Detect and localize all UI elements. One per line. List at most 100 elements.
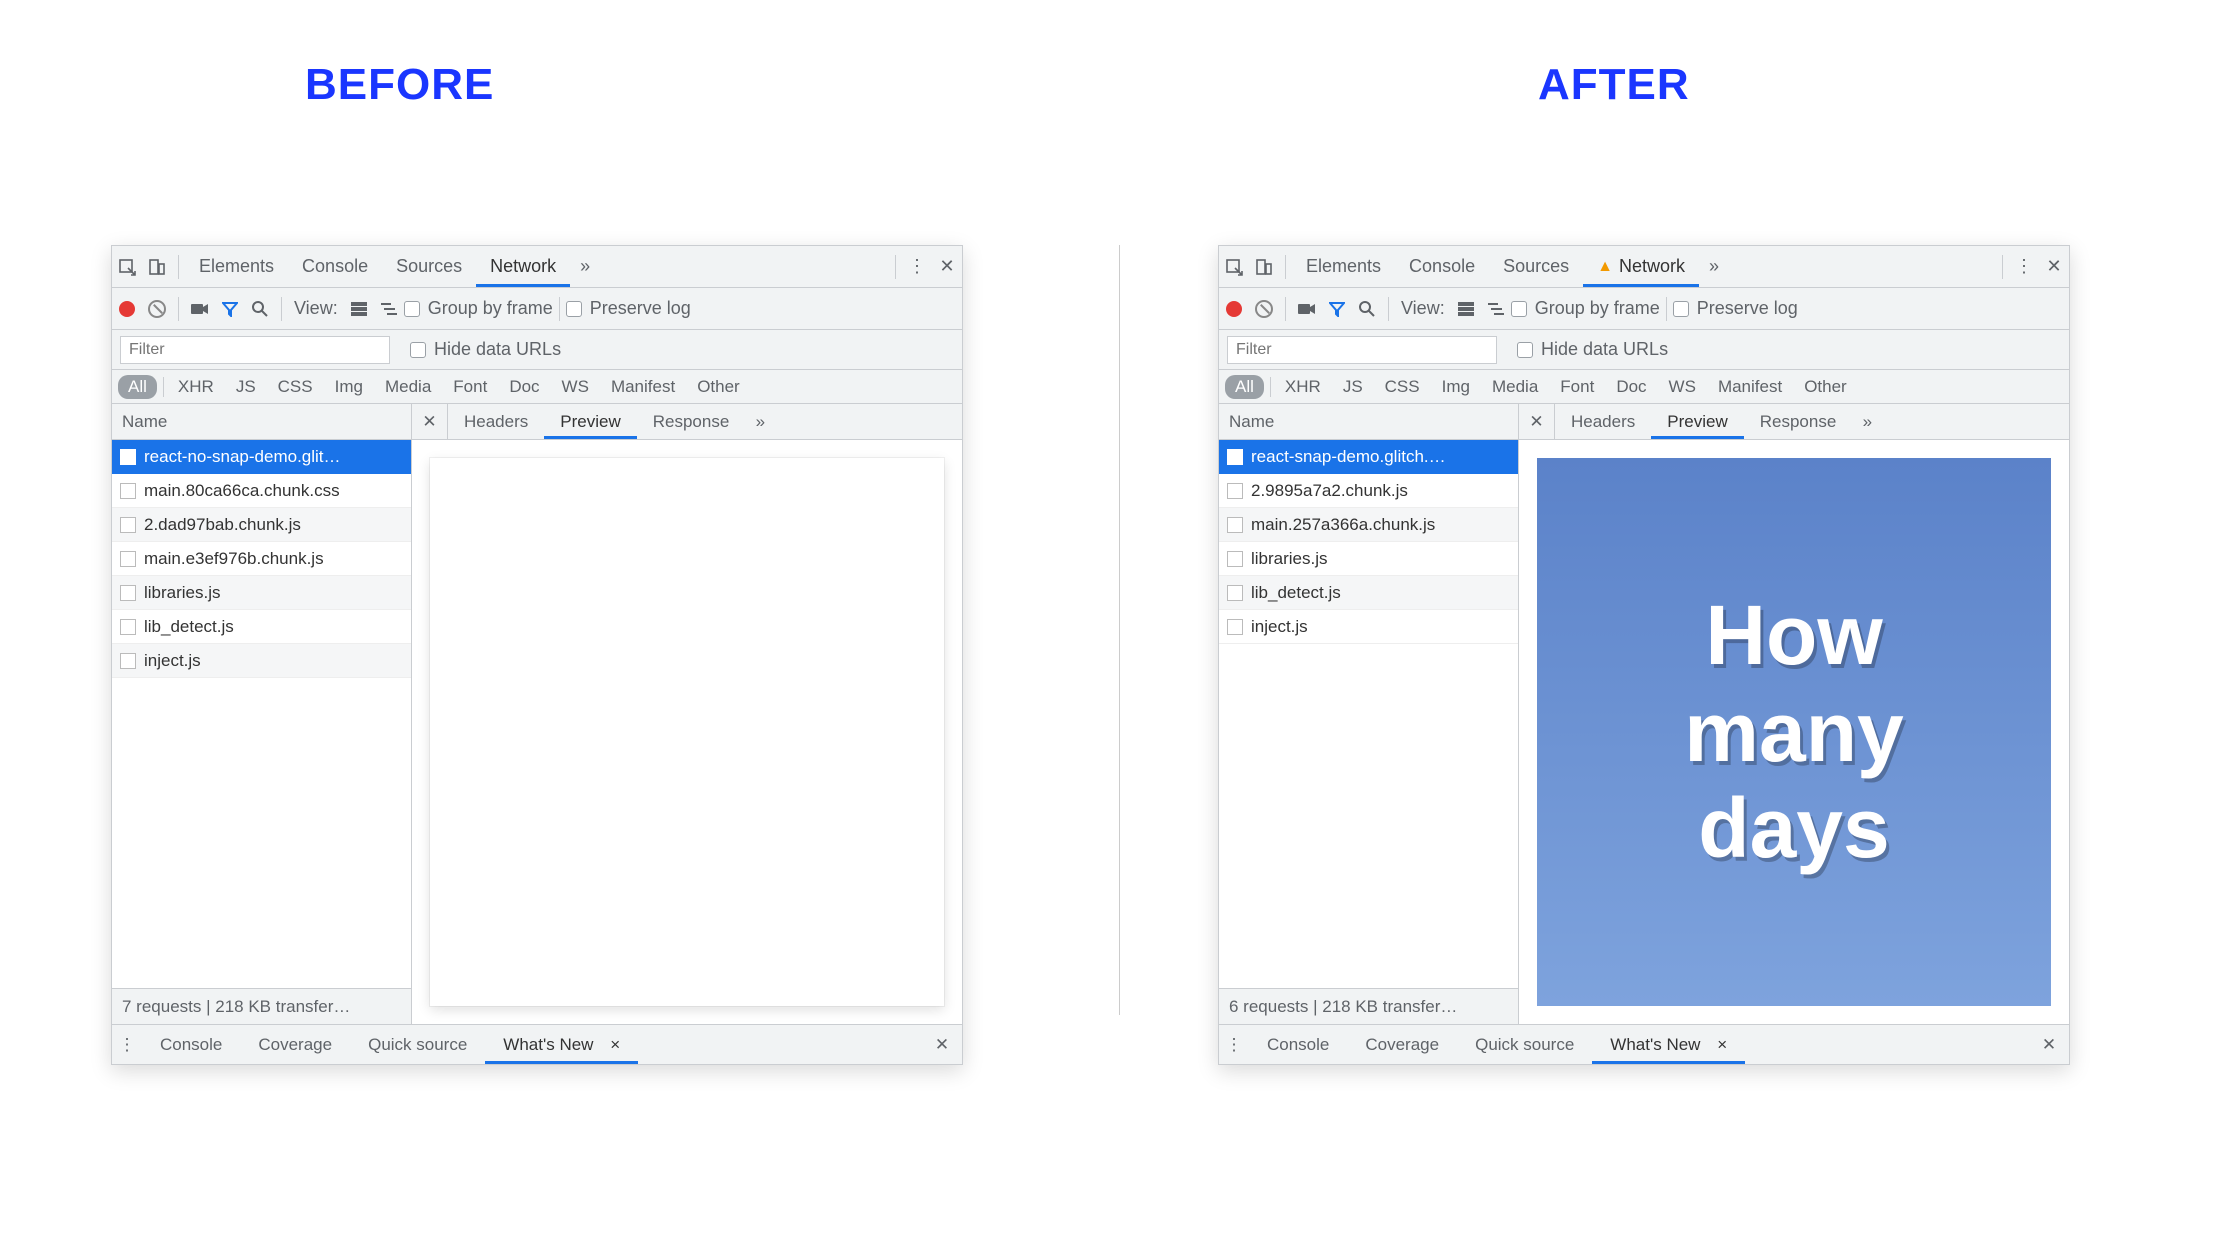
detail-tab-preview[interactable]: Preview bbox=[544, 404, 636, 439]
type-media[interactable]: Media bbox=[1484, 375, 1546, 399]
close-drawer-icon[interactable]: ✕ bbox=[922, 1025, 962, 1064]
request-row[interactable]: libraries.js bbox=[112, 576, 411, 610]
request-row[interactable]: main.80ca66ca.chunk.css bbox=[112, 474, 411, 508]
close-detail-icon[interactable]: ✕ bbox=[412, 404, 448, 439]
tab-sources[interactable]: Sources bbox=[382, 246, 476, 287]
drawer-tab-quick-source[interactable]: Quick source bbox=[350, 1025, 485, 1064]
record-icon[interactable] bbox=[112, 294, 142, 324]
view-large-icon[interactable] bbox=[1451, 294, 1481, 324]
type-all[interactable]: All bbox=[1225, 375, 1264, 399]
kebab-menu-icon[interactable]: ⋮ bbox=[902, 252, 932, 282]
tab-console[interactable]: Console bbox=[1395, 246, 1489, 287]
type-ws[interactable]: WS bbox=[1661, 375, 1704, 399]
request-row[interactable]: 2.9895a7a2.chunk.js bbox=[1219, 474, 1518, 508]
type-ws[interactable]: WS bbox=[554, 375, 597, 399]
group-by-frame-checkbox[interactable]: Group by frame bbox=[404, 298, 553, 319]
close-drawer-icon[interactable]: ✕ bbox=[2029, 1025, 2069, 1064]
kebab-menu-icon[interactable]: ⋮ bbox=[2009, 252, 2039, 282]
hide-data-urls-checkbox[interactable]: Hide data URLs bbox=[1517, 339, 1668, 360]
drawer-tab-coverage[interactable]: Coverage bbox=[1347, 1025, 1457, 1064]
type-js[interactable]: JS bbox=[228, 375, 264, 399]
detail-tabs-overflow-icon[interactable]: » bbox=[1852, 407, 1882, 437]
request-row[interactable]: lib_detect.js bbox=[112, 610, 411, 644]
filter-icon[interactable] bbox=[215, 294, 245, 324]
request-row[interactable]: main.e3ef976b.chunk.js bbox=[112, 542, 411, 576]
tabs-overflow-icon[interactable]: » bbox=[1699, 252, 1729, 282]
type-js[interactable]: JS bbox=[1335, 375, 1371, 399]
tabs-overflow-icon[interactable]: » bbox=[570, 252, 600, 282]
type-doc[interactable]: Doc bbox=[1608, 375, 1654, 399]
filter-input[interactable] bbox=[1227, 336, 1497, 364]
type-css[interactable]: CSS bbox=[270, 375, 321, 399]
preserve-log-checkbox[interactable]: Preserve log bbox=[1673, 298, 1798, 319]
type-img[interactable]: Img bbox=[1434, 375, 1478, 399]
type-font[interactable]: Font bbox=[445, 375, 495, 399]
drawer-tab-whats-new[interactable]: What's New × bbox=[1592, 1025, 1745, 1064]
request-row[interactable]: lib_detect.js bbox=[1219, 576, 1518, 610]
filter-icon[interactable] bbox=[1322, 294, 1352, 324]
column-header-name[interactable]: Name bbox=[1219, 404, 1518, 440]
type-manifest[interactable]: Manifest bbox=[1710, 375, 1790, 399]
hide-data-urls-checkbox[interactable]: Hide data URLs bbox=[410, 339, 561, 360]
request-row[interactable]: 2.dad97bab.chunk.js bbox=[112, 508, 411, 542]
drawer-menu-icon[interactable]: ⋮ bbox=[112, 1030, 142, 1060]
record-icon[interactable] bbox=[1219, 294, 1249, 324]
drawer-tab-whats-new[interactable]: What's New × bbox=[485, 1025, 638, 1064]
filter-input[interactable] bbox=[120, 336, 390, 364]
drawer-tab-quick-source[interactable]: Quick source bbox=[1457, 1025, 1592, 1064]
type-doc[interactable]: Doc bbox=[501, 375, 547, 399]
search-icon[interactable] bbox=[245, 294, 275, 324]
detail-tab-response[interactable]: Response bbox=[637, 404, 746, 439]
camera-icon[interactable] bbox=[185, 294, 215, 324]
column-header-name[interactable]: Name bbox=[112, 404, 411, 440]
tab-network[interactable]: ▲Network bbox=[1583, 246, 1699, 287]
view-large-icon[interactable] bbox=[344, 294, 374, 324]
drawer-menu-icon[interactable]: ⋮ bbox=[1219, 1030, 1249, 1060]
close-devtools-icon[interactable]: ✕ bbox=[2039, 252, 2069, 282]
clear-icon[interactable] bbox=[142, 294, 172, 324]
close-tab-icon[interactable]: × bbox=[610, 1035, 620, 1055]
clear-icon[interactable] bbox=[1249, 294, 1279, 324]
device-toggle-icon[interactable] bbox=[142, 252, 172, 282]
request-row[interactable]: libraries.js bbox=[1219, 542, 1518, 576]
tab-elements[interactable]: Elements bbox=[185, 246, 288, 287]
view-waterfall-icon[interactable] bbox=[1481, 294, 1511, 324]
type-manifest[interactable]: Manifest bbox=[603, 375, 683, 399]
request-row[interactable]: react-no-snap-demo.glit… bbox=[112, 440, 411, 474]
type-media[interactable]: Media bbox=[377, 375, 439, 399]
tab-console[interactable]: Console bbox=[288, 246, 382, 287]
type-all[interactable]: All bbox=[118, 375, 157, 399]
drawer-tab-console[interactable]: Console bbox=[1249, 1025, 1347, 1064]
type-other[interactable]: Other bbox=[1796, 375, 1855, 399]
search-icon[interactable] bbox=[1352, 294, 1382, 324]
detail-tab-headers[interactable]: Headers bbox=[1555, 404, 1651, 439]
tab-elements[interactable]: Elements bbox=[1292, 246, 1395, 287]
type-other[interactable]: Other bbox=[689, 375, 748, 399]
inspect-icon[interactable] bbox=[1219, 252, 1249, 282]
tab-network[interactable]: Network bbox=[476, 246, 570, 287]
detail-tab-response[interactable]: Response bbox=[1744, 404, 1853, 439]
detail-tab-headers[interactable]: Headers bbox=[448, 404, 544, 439]
close-devtools-icon[interactable]: ✕ bbox=[932, 252, 962, 282]
inspect-icon[interactable] bbox=[112, 252, 142, 282]
request-row[interactable]: inject.js bbox=[1219, 610, 1518, 644]
request-row[interactable]: main.257a366a.chunk.js bbox=[1219, 508, 1518, 542]
drawer-tab-console[interactable]: Console bbox=[142, 1025, 240, 1064]
type-css[interactable]: CSS bbox=[1377, 375, 1428, 399]
request-row[interactable]: react-snap-demo.glitch.… bbox=[1219, 440, 1518, 474]
camera-icon[interactable] bbox=[1292, 294, 1322, 324]
preserve-log-checkbox[interactable]: Preserve log bbox=[566, 298, 691, 319]
type-font[interactable]: Font bbox=[1552, 375, 1602, 399]
group-by-frame-checkbox[interactable]: Group by frame bbox=[1511, 298, 1660, 319]
detail-tab-preview[interactable]: Preview bbox=[1651, 404, 1743, 439]
device-toggle-icon[interactable] bbox=[1249, 252, 1279, 282]
drawer-tab-coverage[interactable]: Coverage bbox=[240, 1025, 350, 1064]
request-row[interactable]: inject.js bbox=[112, 644, 411, 678]
type-img[interactable]: Img bbox=[327, 375, 371, 399]
type-xhr[interactable]: XHR bbox=[170, 375, 222, 399]
close-tab-icon[interactable]: × bbox=[1717, 1035, 1727, 1055]
detail-tabs-overflow-icon[interactable]: » bbox=[745, 407, 775, 437]
tab-sources[interactable]: Sources bbox=[1489, 246, 1583, 287]
close-detail-icon[interactable]: ✕ bbox=[1519, 404, 1555, 439]
type-xhr[interactable]: XHR bbox=[1277, 375, 1329, 399]
